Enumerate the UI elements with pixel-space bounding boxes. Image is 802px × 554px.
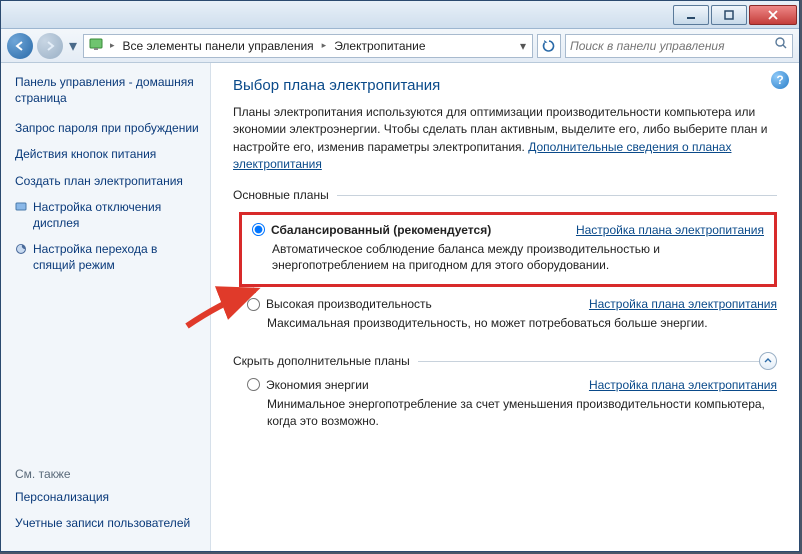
search-icon (774, 36, 788, 55)
display-icon (15, 201, 27, 213)
help-icon[interactable]: ? (771, 71, 789, 89)
plan-power-saver-radio[interactable] (247, 378, 260, 391)
sidebar-link-create-plan[interactable]: Создать план электропитания (15, 173, 200, 189)
sidebar-link-password[interactable]: Запрос пароля при пробуждении (15, 120, 200, 136)
sidebar-link-sleep[interactable]: Настройка перехода в спящий режим (33, 241, 200, 273)
plan-high-performance-desc: Максимальная производительность, но може… (267, 315, 777, 332)
close-button[interactable] (749, 5, 797, 25)
search-box[interactable] (565, 34, 793, 58)
control-panel-home-link[interactable]: Панель управления - домашняя страница (15, 75, 200, 106)
collapse-additional-plans-button[interactable] (759, 352, 777, 370)
intro-text: Планы электропитания используются для оп… (233, 104, 777, 174)
breadcrumb-seg-all-items[interactable]: Все элементы панели управления (117, 35, 320, 57)
minimize-button[interactable] (673, 5, 709, 25)
plan-balanced-desc: Автоматическое соблюдение баланса между … (272, 241, 764, 275)
plan-power-saver-settings-link[interactable]: Настройка плана электропитания (589, 378, 777, 392)
sleep-icon (15, 243, 27, 255)
plan-high-performance-radio[interactable] (247, 298, 260, 311)
plan-balanced-radio-label[interactable]: Сбалансированный (рекомендуется) (252, 223, 491, 237)
see-also-label: См. также (15, 467, 200, 481)
breadcrumb[interactable]: ▸ Все элементы панели управления ▸ Элект… (83, 34, 533, 58)
back-button[interactable] (7, 33, 33, 59)
breadcrumb-dropdown[interactable]: ▾ (514, 39, 532, 53)
plan-balanced: Сбалансированный (рекомендуется) Настрой… (239, 212, 777, 288)
plan-balanced-settings-link[interactable]: Настройка плана электропитания (576, 223, 764, 237)
chevron-right-icon: ▸ (108, 40, 117, 51)
navbar: ▾ ▸ Все элементы панели управления ▸ Эле… (1, 29, 799, 63)
plan-power-saver: Экономия энергии Настройка плана электро… (247, 378, 777, 430)
refresh-button[interactable] (537, 34, 561, 58)
plan-power-saver-desc: Минимальное энергопотребление за счет ум… (267, 396, 777, 430)
page-title: Выбор плана электропитания (233, 77, 777, 94)
plan-balanced-radio[interactable] (252, 223, 265, 236)
additional-plans-legend: Скрыть дополнительные планы (233, 354, 777, 368)
maximize-button[interactable] (711, 5, 747, 25)
titlebar (1, 1, 799, 29)
see-also-personalization[interactable]: Персонализация (15, 489, 200, 505)
plan-high-performance-radio-label[interactable]: Высокая производительность (247, 297, 432, 311)
sidebar-link-button-actions[interactable]: Действия кнопок питания (15, 146, 200, 162)
breadcrumb-seg-power[interactable]: Электропитание (328, 35, 431, 57)
plan-high-performance-settings-link[interactable]: Настройка плана электропитания (589, 297, 777, 311)
main-content: ? Выбор плана электропитания Планы элект… (211, 63, 799, 551)
plan-high-performance: Высокая производительность Настройка пла… (247, 297, 777, 332)
sidebar-link-display-off[interactable]: Настройка отключения дисплея (33, 199, 200, 231)
nav-history-dropdown[interactable]: ▾ (67, 36, 79, 56)
primary-plans-legend: Основные планы (233, 188, 777, 202)
see-also-user-accounts[interactable]: Учетные записи пользователей (15, 515, 200, 531)
plan-power-saver-radio-label[interactable]: Экономия энергии (247, 378, 369, 392)
window-frame: ▾ ▸ Все элементы панели управления ▸ Эле… (0, 0, 800, 552)
forward-button[interactable] (37, 33, 63, 59)
search-input[interactable] (570, 39, 774, 53)
sidebar: Панель управления - домашняя страница За… (1, 63, 211, 551)
control-panel-icon (88, 36, 104, 55)
chevron-right-icon: ▸ (320, 40, 329, 51)
